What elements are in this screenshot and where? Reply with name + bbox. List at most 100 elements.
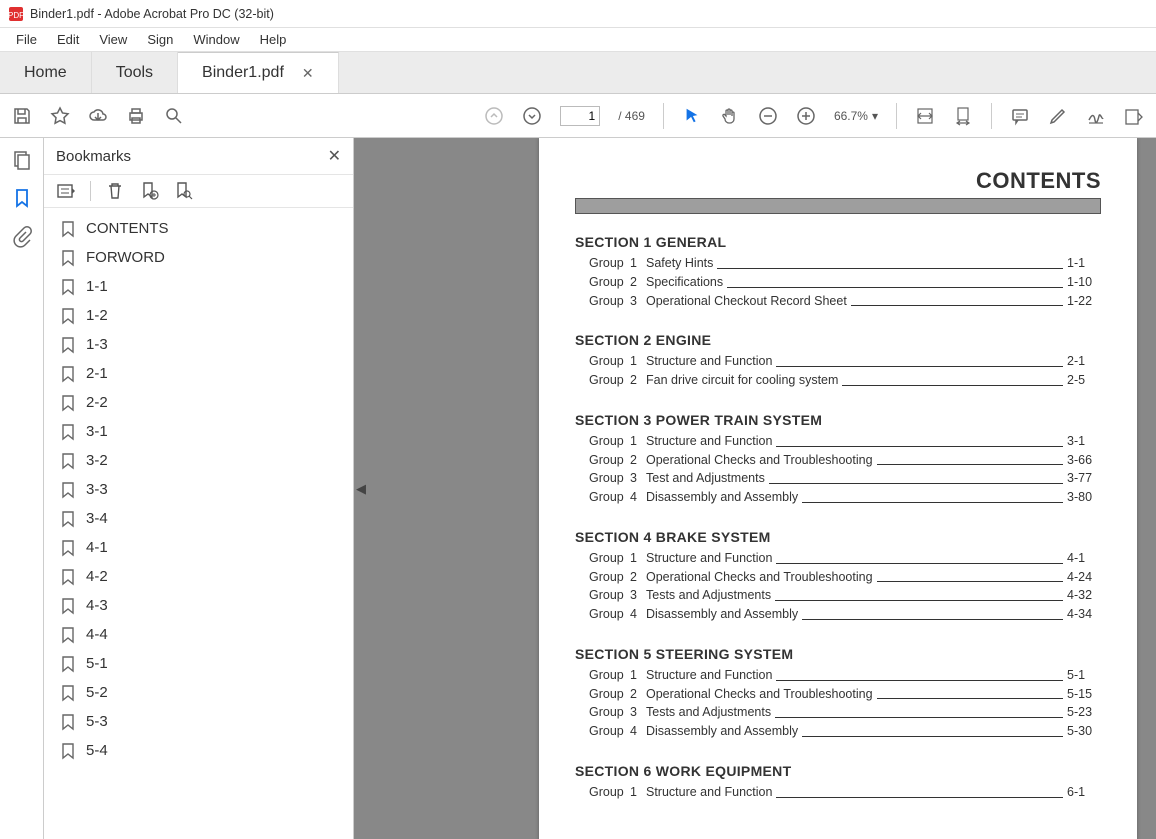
- tab-home[interactable]: Home: [0, 52, 92, 93]
- group-name: Disassembly and Assembly: [642, 488, 798, 507]
- fit-width-icon[interactable]: [915, 106, 935, 126]
- toc-group-row: Group1Safety Hints1-1: [575, 254, 1101, 273]
- leader-line: [727, 273, 1063, 288]
- group-name: Structure and Function: [642, 352, 772, 371]
- search-icon[interactable]: [164, 106, 184, 126]
- pointer-icon[interactable]: [682, 106, 702, 126]
- bookmark-label: 3-2: [86, 452, 108, 469]
- toc-group-row: Group1Structure and Function4-1: [575, 549, 1101, 568]
- bookmark-item[interactable]: 1-3: [56, 330, 349, 359]
- bookmark-icon: [60, 366, 76, 382]
- tab-bar: Home Tools Binder1.pdf ✕: [0, 52, 1156, 94]
- bookmark-label: 4-3: [86, 597, 108, 614]
- close-tab-icon[interactable]: ✕: [302, 65, 314, 82]
- bookmark-item[interactable]: 3-2: [56, 446, 349, 475]
- find-bookmark-icon[interactable]: [173, 181, 193, 201]
- group-number: 2: [630, 451, 642, 470]
- bookmark-list[interactable]: CONTENTSFORWORD1-11-2 1-3 2-1 2-2 3-1 3-2 3-3 3…: [44, 208, 353, 839]
- bookmark-item[interactable]: 2-1: [56, 359, 349, 388]
- cloud-icon[interactable]: [88, 106, 108, 126]
- page-up-icon[interactable]: [484, 106, 504, 126]
- bookmark-icon: [60, 482, 76, 498]
- group-number: 4: [630, 488, 642, 507]
- menu-help[interactable]: Help: [252, 30, 295, 49]
- group-number: 2: [630, 371, 642, 390]
- bookmark-item[interactable]: 5-2: [56, 678, 349, 707]
- more-icon[interactable]: [1124, 106, 1144, 126]
- group-name: Operational Checks and Troubleshooting: [642, 568, 873, 587]
- bookmark-label: 3-3: [86, 481, 108, 498]
- page-number-input[interactable]: [560, 106, 600, 126]
- bookmark-icon: [60, 598, 76, 614]
- bookmark-item[interactable]: 5-4: [56, 736, 349, 765]
- hand-icon[interactable]: [720, 106, 740, 126]
- bookmark-item[interactable]: 5-3: [56, 707, 349, 736]
- bookmark-item[interactable]: 2-2: [56, 388, 349, 417]
- side-rail: [0, 138, 44, 839]
- title-bar: PDF Binder1.pdf - Adobe Acrobat Pro DC (…: [0, 0, 1156, 28]
- separator: [90, 181, 91, 201]
- bookmark-item[interactable]: 3-4: [56, 504, 349, 533]
- svg-text:PDF: PDF: [8, 11, 24, 20]
- group-page: 4-24: [1067, 568, 1101, 587]
- group-number: 1: [630, 666, 642, 685]
- menu-sign[interactable]: Sign: [139, 30, 181, 49]
- add-bookmark-icon[interactable]: [139, 181, 159, 201]
- bookmark-item[interactable]: 4-3: [56, 591, 349, 620]
- menu-bar: File Edit View Sign Window Help: [0, 28, 1156, 52]
- tab-document[interactable]: Binder1.pdf ✕: [178, 52, 339, 93]
- document-viewer[interactable]: ◀ CONTENTS SECTION 1 GENERALGroup1Safety…: [354, 138, 1156, 839]
- fit-page-icon[interactable]: [953, 106, 973, 126]
- section-title: SECTION 2 ENGINE: [575, 332, 1101, 348]
- options-icon[interactable]: [56, 181, 76, 201]
- menu-view[interactable]: View: [91, 30, 135, 49]
- group-label: Group: [575, 685, 630, 704]
- bookmark-item[interactable]: 4-4: [56, 620, 349, 649]
- bookmark-item[interactable]: 3-3: [56, 475, 349, 504]
- bookmarks-icon[interactable]: [12, 188, 32, 208]
- attachments-icon[interactable]: [12, 226, 32, 246]
- bookmark-label: 4-2: [86, 568, 108, 585]
- menu-window[interactable]: Window: [185, 30, 247, 49]
- bookmark-item[interactable]: FORWORD: [56, 243, 349, 272]
- comment-icon[interactable]: [1010, 106, 1030, 126]
- zoom-in-icon[interactable]: [796, 106, 816, 126]
- bookmark-item[interactable]: CONTENTS: [56, 214, 349, 243]
- leader-line: [776, 666, 1063, 681]
- leader-line: [775, 586, 1063, 601]
- group-page: 4-32: [1067, 586, 1101, 605]
- leader-line: [877, 451, 1063, 466]
- save-icon[interactable]: [12, 106, 32, 126]
- bookmark-label: 2-2: [86, 394, 108, 411]
- trash-icon[interactable]: [105, 181, 125, 201]
- bookmark-item[interactable]: 5-1: [56, 649, 349, 678]
- menu-file[interactable]: File: [8, 30, 45, 49]
- print-icon[interactable]: [126, 106, 146, 126]
- menu-edit[interactable]: Edit: [49, 30, 87, 49]
- toc-section: SECTION 6 WORK EQUIPMENTGroup1Structure …: [575, 763, 1101, 802]
- bookmark-label: 5-2: [86, 684, 108, 701]
- zoom-out-icon[interactable]: [758, 106, 778, 126]
- star-icon[interactable]: [50, 106, 70, 126]
- bookmark-item[interactable]: 1-1: [56, 272, 349, 301]
- highlight-icon[interactable]: [1048, 106, 1068, 126]
- tab-tools[interactable]: Tools: [92, 52, 178, 93]
- page-down-icon[interactable]: [522, 106, 542, 126]
- bookmark-label: 1-3: [86, 336, 108, 353]
- group-label: Group: [575, 292, 630, 311]
- bookmark-item[interactable]: 1-2: [56, 301, 349, 330]
- collapse-handle-icon[interactable]: ◀: [354, 467, 368, 511]
- section-title: SECTION 6 WORK EQUIPMENT: [575, 763, 1101, 779]
- thumbnails-icon[interactable]: [12, 150, 32, 170]
- section-title: SECTION 4 BRAKE SYSTEM: [575, 529, 1101, 545]
- bookmark-item[interactable]: 3-1: [56, 417, 349, 446]
- close-panel-icon[interactable]: ✕: [328, 146, 341, 166]
- panel-title: Bookmarks: [56, 148, 131, 165]
- zoom-level[interactable]: 66.7%▾: [834, 109, 878, 123]
- sign-icon[interactable]: [1086, 106, 1106, 126]
- group-label: Group: [575, 432, 630, 451]
- bookmark-item[interactable]: 4-1: [56, 533, 349, 562]
- toc-group-row: Group2Fan drive circuit for cooling syst…: [575, 371, 1101, 390]
- bookmark-item[interactable]: 4-2: [56, 562, 349, 591]
- group-page: 5-15: [1067, 685, 1101, 704]
